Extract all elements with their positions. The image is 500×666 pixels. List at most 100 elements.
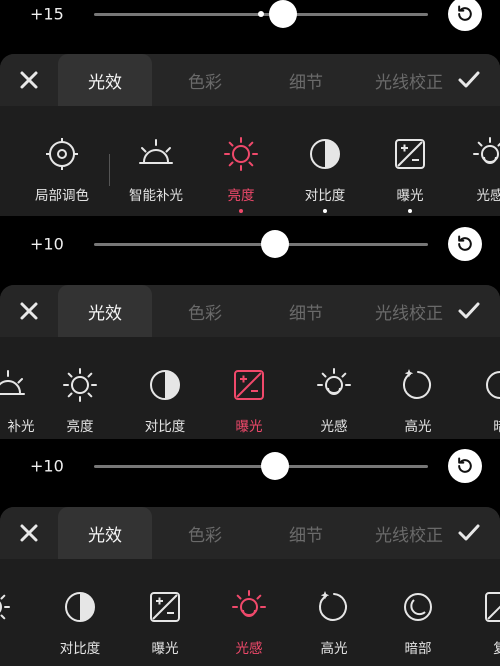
tool-highlight[interactable]: 高光 (380, 337, 456, 444)
tool-label: 复 (493, 637, 500, 657)
tool-label: 高光 (320, 641, 348, 657)
edit-panel: 光效 色彩 细节 光线校正 对比度 曝光 光感 高光 暗部 (0, 507, 500, 666)
tool-label: 暗 (493, 415, 500, 435)
reset-icon (458, 5, 472, 21)
tool-light-sense[interactable]: 光感 (296, 337, 372, 444)
tab-color[interactable]: 色彩 (152, 507, 258, 559)
check-icon (458, 71, 480, 88)
tab-color[interactable]: 色彩 (152, 54, 258, 106)
tool-label: 曝光 (151, 641, 179, 657)
tool-label: 局部调色 (35, 188, 89, 204)
tool-label: 光感 (235, 641, 263, 657)
edit-panel: 光效 色彩 细节 光线校正 局部调色 智能补光 亮度 对比度 曝光 光感 (0, 54, 500, 216)
tab-light-effect[interactable]: 光效 (58, 507, 152, 559)
confirm-button[interactable] (446, 507, 492, 559)
tool-contrast[interactable]: 对比度 (42, 559, 118, 666)
tab-bar: 光效 色彩 细节 光线校正 (0, 285, 500, 337)
close-button[interactable] (0, 507, 58, 559)
tool-label: 对比度 (144, 419, 186, 435)
tool-light-sense[interactable]: 光感 (211, 559, 287, 666)
reset-icon (458, 457, 472, 473)
tool-shadow[interactable]: 暗部 (380, 559, 456, 666)
tool-contrast[interactable]: 对比度 (287, 106, 363, 216)
tool-local-color[interactable]: 局部调色 (24, 106, 100, 216)
adjust-slider-row: +10 (0, 439, 500, 493)
sun-icon (60, 365, 100, 405)
close-button[interactable] (0, 54, 58, 106)
active-dot (239, 209, 243, 213)
sunrise-icon (136, 134, 176, 174)
tab-bar: 光效 色彩 细节 光线校正 (0, 54, 500, 106)
reset-button[interactable] (448, 449, 482, 483)
tool-highlight[interactable]: 高光 (296, 559, 372, 666)
tab-bar: 光效 色彩 细节 光线校正 (0, 507, 500, 559)
tool-label: 高光 (404, 419, 432, 435)
tool-brightness[interactable]: 亮度 (42, 337, 118, 444)
slider-thumb[interactable] (261, 452, 289, 480)
sun-icon (0, 587, 13, 627)
contrast-icon (60, 587, 100, 627)
close-icon (20, 302, 38, 320)
tool-label: 暗部 (404, 641, 432, 657)
divider (109, 154, 110, 186)
confirm-button[interactable] (446, 285, 492, 337)
tool-label: 曝光 (235, 419, 263, 435)
tool-light-sense[interactable]: 光感 (452, 106, 500, 216)
reset-button[interactable] (448, 0, 482, 31)
tool-extra[interactable]: 复 (462, 559, 500, 666)
confirm-button[interactable] (446, 54, 492, 106)
tool-shadow[interactable]: 暗 (462, 337, 500, 444)
tool-exposure[interactable]: 曝光 (127, 559, 203, 666)
tool-exposure[interactable]: 曝光 (211, 337, 287, 444)
reset-button[interactable] (448, 227, 482, 261)
exposure-icon (390, 134, 430, 174)
tool-label: 智能补光 (129, 188, 183, 204)
tool-brightness[interactable] (0, 559, 31, 666)
tab-detail[interactable]: 细节 (258, 507, 354, 559)
tab-light-effect[interactable]: 光效 (58, 285, 152, 337)
adjust-slider-row: +10 (0, 217, 500, 271)
sun-icon (221, 134, 261, 174)
tab-light-effect[interactable]: 光效 (58, 54, 152, 106)
tool-label: 补光 (7, 419, 35, 435)
tool-smart-fill-light[interactable]: 智能补光 (118, 106, 194, 216)
adjust-slider-row: +15 (0, 0, 500, 41)
check-icon (458, 302, 480, 319)
tool-strip: 补光 亮度 对比度 曝光 光感 高光 (0, 337, 500, 444)
slider-track[interactable] (94, 0, 428, 28)
slider-track[interactable] (94, 230, 428, 258)
tool-brightness[interactable]: 亮度 (203, 106, 279, 216)
tool-contrast[interactable]: 对比度 (127, 337, 203, 444)
close-button[interactable] (0, 285, 58, 337)
dot (323, 209, 327, 213)
tool-fill-light[interactable]: 补光 (0, 337, 46, 444)
slider-thumb[interactable] (261, 230, 289, 258)
tool-label: 亮度 (227, 188, 255, 204)
slider-thumb[interactable] (269, 0, 297, 28)
contrast-icon (305, 134, 345, 174)
light-sense-icon (314, 365, 354, 405)
check-icon (458, 524, 480, 541)
close-icon (20, 524, 38, 542)
tool-strip: 对比度 曝光 光感 高光 暗部 (0, 559, 500, 666)
tool-label: 曝光 (396, 188, 424, 204)
tool-label: 光感 (320, 419, 348, 435)
tab-color[interactable]: 色彩 (152, 285, 258, 337)
tab-detail[interactable]: 细节 (258, 285, 354, 337)
exposure-icon (229, 365, 269, 405)
reset-icon (458, 235, 472, 251)
target-icon (42, 134, 82, 174)
dot (408, 209, 412, 213)
highlight-icon (314, 587, 354, 627)
tool-label: 对比度 (304, 188, 346, 204)
exposure-icon (480, 587, 500, 627)
slider-value: +15 (30, 4, 64, 24)
tab-detail[interactable]: 细节 (258, 54, 354, 106)
exposure-icon (145, 587, 185, 627)
slider-value: +10 (30, 456, 64, 476)
close-icon (20, 71, 38, 89)
tool-exposure[interactable]: 曝光 (372, 106, 448, 216)
slider-track[interactable] (94, 452, 428, 480)
contrast-icon (145, 365, 185, 405)
light-sense-icon (229, 587, 269, 627)
